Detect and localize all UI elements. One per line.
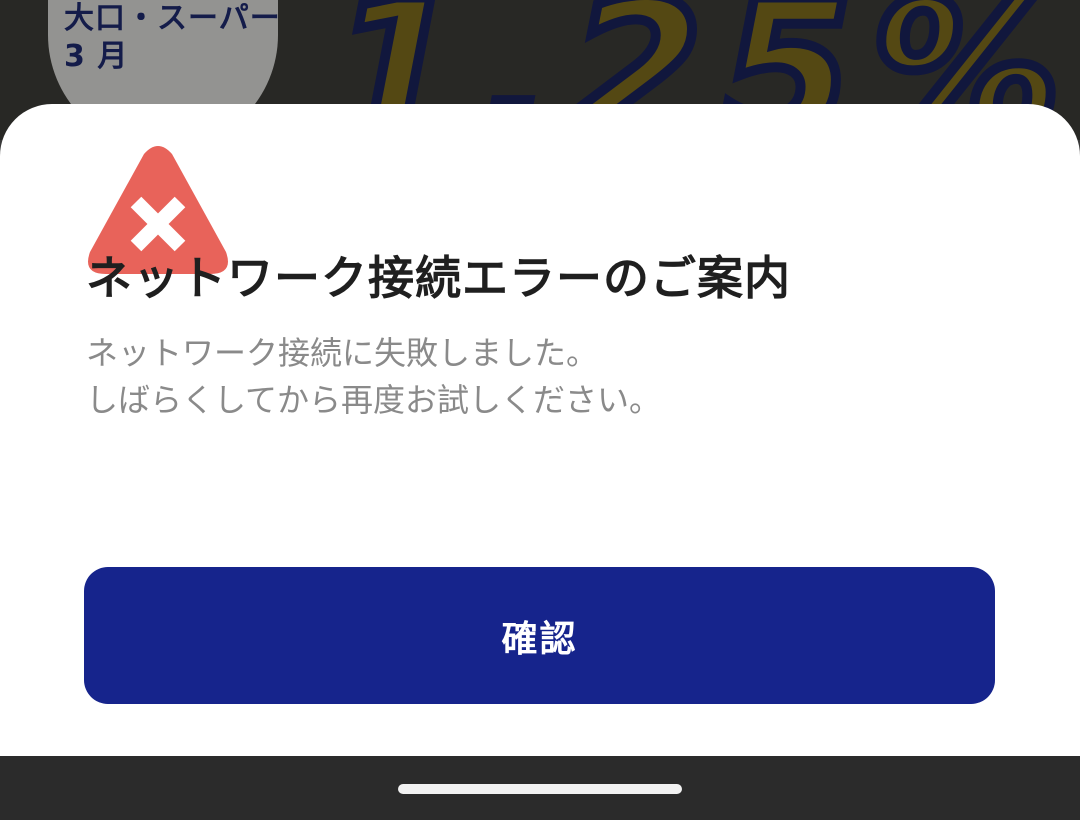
dialog-title: ネットワーク接続エラーのご案内 [86, 251, 791, 305]
dialog-message-line-1: ネットワーク接続に失敗しました。 [86, 334, 599, 372]
system-navigation-bar [0, 756, 1080, 820]
dialog-message-line-2: しばらくしてから再度お試しください。 [86, 381, 662, 419]
home-indicator[interactable] [398, 784, 682, 794]
dialog-message: ネットワーク接続に失敗しました。 しばらくしてから再度お試しください。 [86, 330, 661, 424]
error-bottom-sheet: ネットワーク接続エラーのご案内 ネットワーク接続に失敗しました。 しばらくしてか… [0, 104, 1080, 756]
app-screen: 大口・スーパー 3 月 1.25% ネットワーク接続エラーのご案内 ネットワーク… [0, 0, 1080, 820]
confirm-button[interactable]: 確認 [84, 567, 995, 704]
